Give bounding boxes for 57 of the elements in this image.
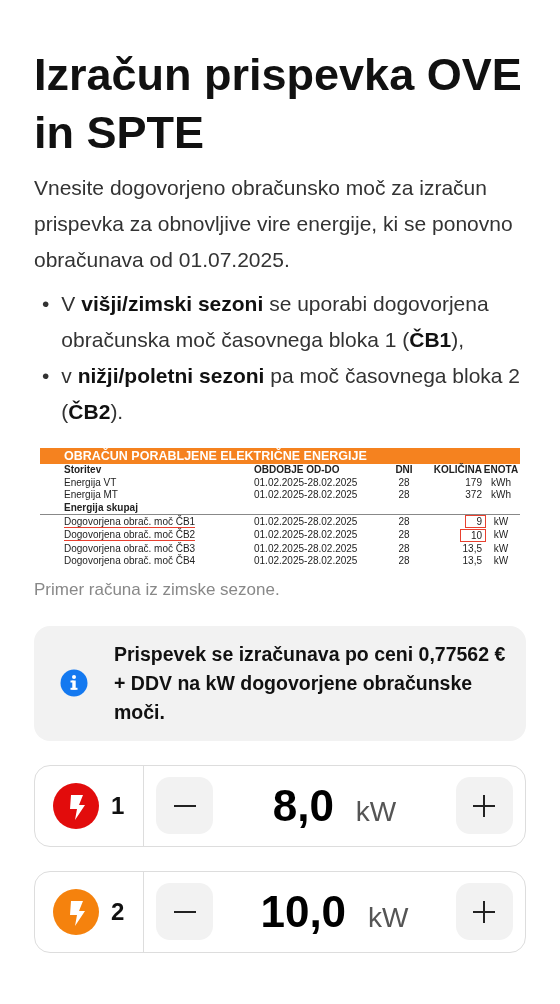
column-header: KOLIČINA xyxy=(433,464,482,475)
plus-icon xyxy=(472,899,497,924)
block-number: 1 xyxy=(111,791,125,820)
table-cell: kW xyxy=(493,515,509,527)
table-cell: 28 xyxy=(398,529,410,541)
info-icon xyxy=(60,669,88,698)
unit-label: kW xyxy=(368,901,409,934)
increase-button[interactable] xyxy=(456,883,513,941)
section-label: Energija skupaj xyxy=(64,501,138,513)
column-header: OBDOBJE OD-DO xyxy=(254,464,340,475)
table-cell: 01.02.2025-28.02.2025 xyxy=(254,489,358,501)
bullet-marker: • xyxy=(42,363,50,389)
table-cell: 01.02.2025-28.02.2025 xyxy=(254,515,358,527)
table-cell: 13,5 xyxy=(462,555,482,567)
minus-icon xyxy=(173,910,196,913)
table-cell: kW xyxy=(493,555,509,567)
table-cell: 28 xyxy=(398,542,410,554)
intro-text: Vnesite dogovorjeno obračunsko moč za izračun prispevka za obnovljive vire energije, ki se ponovno obračunava od 01.07.2025. xyxy=(34,175,514,273)
page-title: Izračun prispevka OVE in SPTE xyxy=(34,48,523,160)
column-header: ENOTA xyxy=(483,464,519,475)
table-cell: 13,5 xyxy=(462,542,482,554)
table-cell: 01.02.2025-28.02.2025 xyxy=(254,476,358,488)
table-cell: 28 xyxy=(398,555,410,567)
table-cell: kWh xyxy=(491,489,511,501)
bullet-text: v nižji/poletni sezoni pa moč časovnega bloka 2 (ČB2). xyxy=(61,363,522,425)
power-value: 10,0 xyxy=(260,886,347,937)
image-caption: Primer računa iz zimske sezone. xyxy=(34,579,281,600)
underlined-text: Dogovorjena obrač. moč ČB1 xyxy=(64,515,196,528)
table-cell: kW xyxy=(493,529,509,541)
table-cell: 01.02.2025-28.02.2025 xyxy=(254,555,358,567)
block-number: 2 xyxy=(111,897,125,926)
bill-header: OBRAČUN PORABLJENE ELEKTRIČNE ENERGIJE xyxy=(40,448,520,464)
table-cell: kWh xyxy=(491,476,511,488)
increase-button[interactable] xyxy=(456,777,513,835)
table-cell: 01.02.2025-28.02.2025 xyxy=(254,529,358,541)
table-cell: 28 xyxy=(398,489,410,501)
table-cell: Energija VT xyxy=(64,476,117,488)
table-cell: 28 xyxy=(398,476,410,488)
underlined-text: Dogovorjena obrač. moč ČB2 xyxy=(64,529,196,542)
power-value: 8,0 xyxy=(272,780,334,831)
unit-label: kW xyxy=(355,795,397,828)
minus-icon xyxy=(173,804,196,807)
column-header: DNI xyxy=(395,464,413,475)
boxed-value: 10 xyxy=(459,528,486,542)
bullet-marker: • xyxy=(42,291,50,317)
table-cell: 01.02.2025-28.02.2025 xyxy=(254,542,358,554)
table-cell: 179 xyxy=(465,476,482,488)
table-cell: kW xyxy=(493,542,509,554)
table-cell: 28 xyxy=(398,515,410,527)
table-cell: 372 xyxy=(465,489,482,501)
boxed-value: 9 xyxy=(465,515,486,529)
table-cell: Energija MT xyxy=(64,489,118,501)
plus-icon xyxy=(472,793,497,818)
table-cell: Dogovorjena obrač. moč ČB3 xyxy=(64,542,196,554)
table-cell: Dogovorjena obrač. moč ČB4 xyxy=(64,555,196,567)
column-header: Storitev xyxy=(64,464,102,475)
info-text: Prispevek se izračunava po ceni 0,77562 € + DDV na kW dogovorjene obračunske moči. xyxy=(114,641,507,725)
